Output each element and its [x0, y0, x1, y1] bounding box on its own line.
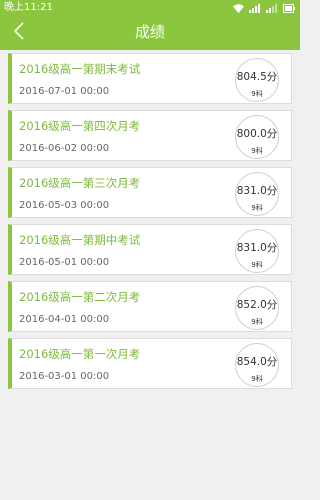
total-score: 804.5分: [236, 71, 278, 83]
exam-card[interactable]: 2016级高一第期中考试 2016-05-01 00:00 831.0分 9科: [8, 224, 292, 275]
score-badge: 831.0分 9科: [235, 172, 279, 216]
status-icons: [233, 0, 295, 15]
exam-date: 2016-05-01 00:00: [19, 257, 110, 268]
total-score: 831.0分: [236, 185, 278, 197]
subject-count: 9科: [251, 147, 263, 155]
status-bar: 晚上11:21: [0, 0, 300, 15]
subject-count: 9科: [251, 318, 263, 326]
signal-icon-secondary: [266, 3, 278, 13]
exam-card[interactable]: 2016级高一第三次月考 2016-05-03 00:00 831.0分 9科: [8, 167, 292, 218]
exam-name: 2016级高一第期末考试: [19, 62, 141, 76]
subject-count: 9科: [251, 375, 263, 383]
subject-count: 9科: [251, 90, 263, 98]
exam-date: 2016-05-03 00:00: [19, 200, 110, 211]
score-badge: 852.0分 9科: [235, 286, 279, 330]
page-title: 成绩: [134, 23, 165, 41]
score-badge: 831.0分 9科: [235, 229, 279, 273]
exam-card[interactable]: 2016级高一第一次月考 2016-03-01 00:00 854.0分 9科: [8, 338, 292, 389]
exam-card[interactable]: 2016级高一第四次月考 2016-06-02 00:00 800.0分 9科: [8, 110, 292, 161]
signal-icon: [249, 3, 261, 13]
exam-card[interactable]: 2016级高一第二次月考 2016-04-01 00:00 852.0分 9科: [8, 281, 292, 332]
exam-date: 2016-03-01 00:00: [19, 371, 110, 382]
score-badge: 854.0分 9科: [235, 343, 279, 387]
total-score: 800.0分: [236, 128, 278, 140]
score-badge: 800.0分 9科: [235, 115, 279, 159]
exam-name: 2016级高一第一次月考: [19, 347, 141, 361]
subject-count: 9科: [251, 261, 263, 269]
exam-name: 2016级高一第四次月考: [19, 119, 141, 133]
exam-card[interactable]: 2016级高一第期末考试 2016-07-01 00:00 804.5分 9科: [8, 53, 292, 104]
exam-name: 2016级高一第二次月考: [19, 290, 141, 304]
subject-count: 9科: [251, 204, 263, 212]
status-time: 晚上11:21: [4, 2, 53, 13]
exam-date: 2016-06-02 00:00: [19, 143, 110, 154]
total-score: 854.0分: [236, 356, 278, 368]
total-score: 831.0分: [236, 242, 278, 254]
exam-date: 2016-04-01 00:00: [19, 314, 110, 325]
battery-icon: [283, 3, 295, 13]
wifi-icon: [233, 3, 244, 13]
exam-date: 2016-07-01 00:00: [19, 86, 110, 97]
score-badge: 804.5分 9科: [235, 58, 279, 102]
header-bar: 成绩: [0, 15, 300, 50]
exam-name: 2016级高一第期中考试: [19, 233, 141, 247]
total-score: 852.0分: [236, 299, 278, 311]
exam-name: 2016级高一第三次月考: [19, 176, 141, 190]
